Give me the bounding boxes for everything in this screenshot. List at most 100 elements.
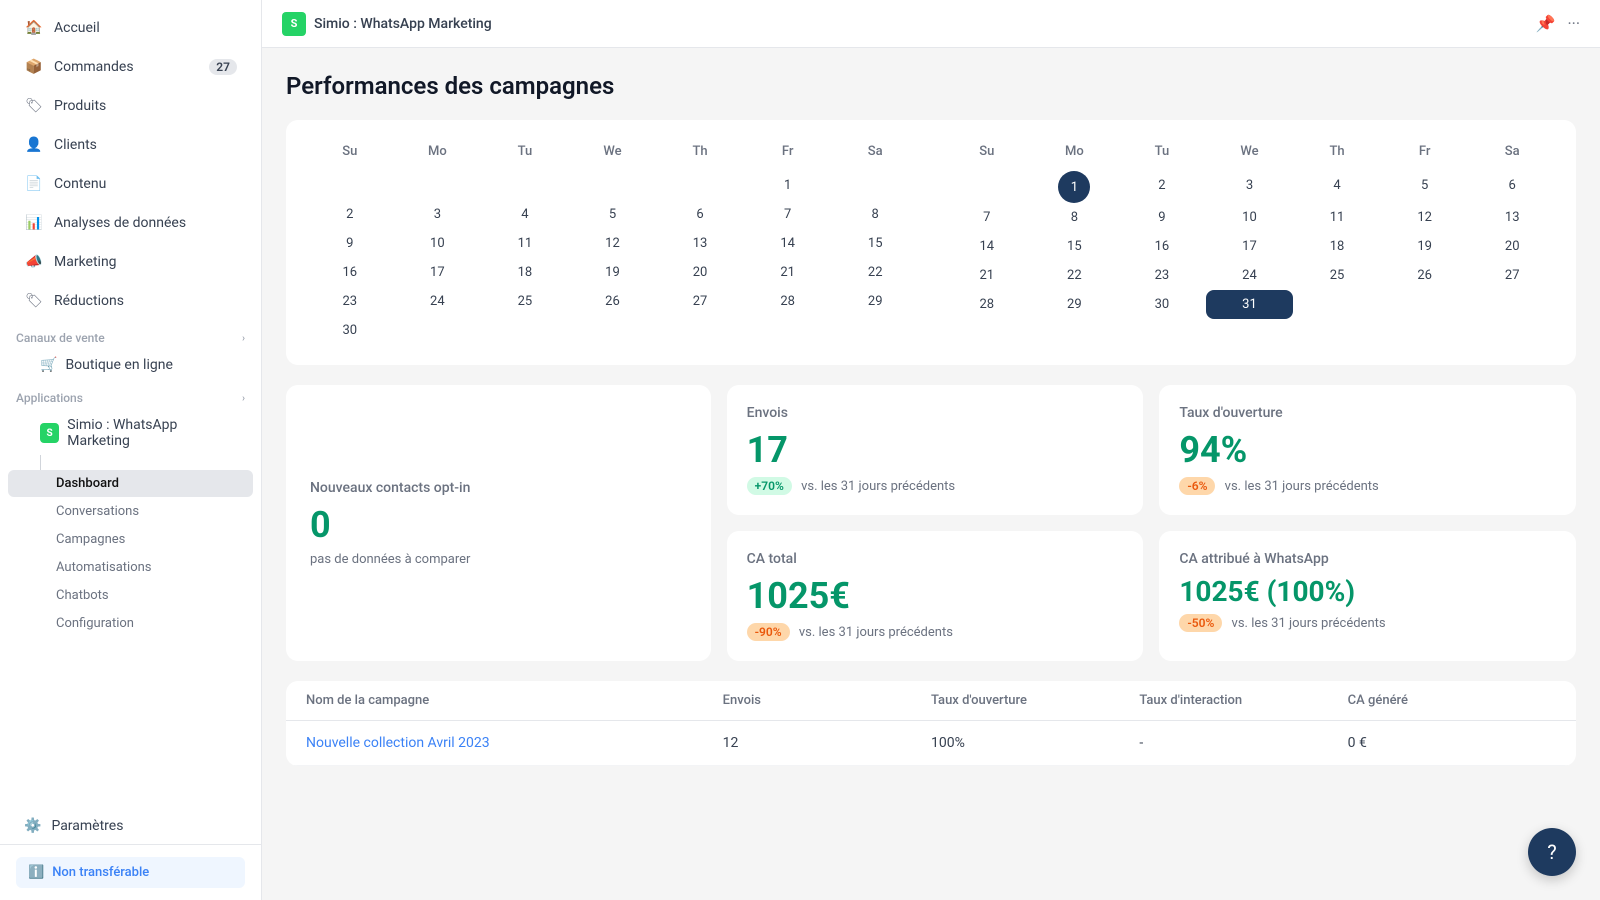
contacts-sub: pas de données à comparer (310, 552, 687, 567)
calendar-card: Su Mo Tu We Th Fr Sa (286, 120, 1576, 365)
row-interaction: - (1139, 735, 1347, 751)
sidebar-item-boutique[interactable]: 🛒 Boutique en ligne (8, 350, 253, 380)
sidebar-item-produits[interactable]: 🏷 Produits (8, 87, 253, 125)
sidebar-item-chatbots[interactable]: Chatbots (8, 582, 253, 609)
marketing-icon: 📣 (24, 252, 44, 272)
sidebar-item-reductions[interactable]: 🏷 Réductions (8, 282, 253, 320)
applications-section[interactable]: Applications › (0, 381, 261, 409)
sales-channels-section[interactable]: Canaux de vente › (0, 321, 261, 349)
ca-total-stat-card: CA total 1025€ -90% vs. les 31 jours pré… (727, 531, 1144, 661)
table-header: Nom de la campagne Envois Taux d'ouvertu… (286, 681, 1576, 721)
envois-badge: +70% (747, 477, 792, 495)
cal-body-month1: 1 2 3 4 5 6 7 8 9 10 11 12 (306, 171, 919, 345)
sales-channels-label: Canaux de vente (16, 331, 105, 345)
sidebar-item-automatisations[interactable]: Automatisations (8, 554, 253, 581)
sidebar-item-configuration[interactable]: Configuration (8, 610, 253, 637)
ca-whatsapp-badge: -50% (1179, 614, 1222, 632)
col-name: Nom de la campagne (306, 693, 723, 708)
calendar-month2: Su Mo Tu We Th Fr Sa 1 2 3 4 (943, 140, 1556, 345)
parametres-label: Paramètres (51, 818, 123, 834)
main-content: S Simio : WhatsApp Marketing 📌 ··· Perfo… (262, 0, 1600, 900)
ca-whatsapp-stat-card: CA attribué à WhatsApp 1025€ (100%) -50%… (1159, 531, 1576, 661)
sidebar-item-accueil[interactable]: 🏠 Accueil (8, 9, 253, 47)
sidebar-item-marketing[interactable]: 📣 Marketing (8, 243, 253, 281)
table-row: Nouvelle collection Avril 2023 12 100% -… (286, 721, 1576, 766)
sidebar-label-marketing: Marketing (54, 254, 117, 270)
nav-connector (40, 455, 41, 471)
ca-total-badge: -90% (747, 623, 790, 641)
products-icon: 🏷 (24, 96, 44, 116)
help-button[interactable]: ? (1528, 828, 1576, 876)
ca-total-label: CA total (747, 551, 1124, 567)
sidebar-item-contenu[interactable]: 📄 Contenu (8, 165, 253, 203)
taux-ouverture-value: 94% (1179, 429, 1556, 471)
commandes-badge: 27 (209, 59, 237, 75)
page-title: Performances des campagnes (286, 72, 1576, 100)
taux-ouverture-label: Taux d'ouverture (1179, 405, 1556, 421)
taux-ouverture-badge: -6% (1179, 477, 1215, 495)
cal-header-month1: Su Mo Tu We Th Fr Sa (306, 140, 919, 163)
more-icon[interactable]: ··· (1567, 14, 1580, 33)
taux-ouverture-sub: -6% vs. les 31 jours précédents (1179, 477, 1556, 495)
row-envois: 12 (723, 735, 931, 751)
taux-ouverture-stat-card: Taux d'ouverture 94% -6% vs. les 31 jour… (1159, 385, 1576, 515)
chevron-right-icon: › (242, 333, 245, 344)
topbar-logo: S (282, 12, 306, 36)
sidebar-item-commandes[interactable]: 📦 Commandes 27 (8, 48, 253, 86)
sidebar-label-reductions: Réductions (54, 293, 124, 309)
contacts-label: Nouveaux contacts opt-in (310, 480, 687, 496)
sidebar-item-analyses[interactable]: 📊 Analyses de données (8, 204, 253, 242)
sidebar-item-campagnes[interactable]: Campagnes (8, 526, 253, 553)
ca-total-sub: -90% vs. les 31 jours précédents (747, 623, 1124, 641)
chatbots-label: Chatbots (56, 588, 109, 603)
analytics-icon: 📊 (24, 213, 44, 233)
sidebar-label-contenu: Contenu (54, 176, 106, 192)
sidebar-item-conversations[interactable]: Conversations (8, 498, 253, 525)
sidebar: 🏠 Accueil 📦 Commandes 27 🏷 Produits 👤 Cl… (0, 0, 262, 900)
cal-body-month2: 1 2 3 4 5 6 7 8 9 10 11 12 13 (943, 171, 1556, 319)
clients-icon: 👤 (24, 135, 44, 155)
col-ouverture: Taux d'ouverture (931, 693, 1139, 708)
row-ca: 0 € (1348, 735, 1556, 751)
contacts-value: 0 (310, 504, 687, 546)
topbar-actions: 📌 ··· (1536, 14, 1580, 33)
sidebar-label-produits: Produits (54, 98, 106, 114)
envois-label: Envois (747, 405, 1124, 421)
stats-container: Nouveaux contacts opt-in 0 pas de donnée… (286, 385, 1576, 661)
envois-stat-card: Envois 17 +70% vs. les 31 jours précéden… (727, 385, 1144, 515)
store-icon: 🛒 (40, 357, 57, 373)
content-icon: 📄 (24, 174, 44, 194)
sidebar-item-clients[interactable]: 👤 Clients (8, 126, 253, 164)
ca-total-value: 1025€ (747, 575, 1124, 617)
topbar-title: Simio : WhatsApp Marketing (314, 16, 492, 32)
conversations-label: Conversations (56, 504, 139, 519)
ca-whatsapp-label: CA attribué à WhatsApp (1179, 551, 1556, 567)
non-transferable-banner: ℹ️ Non transférable (16, 857, 245, 888)
home-icon: 🏠 (24, 18, 44, 38)
col-interaction: Taux d'interaction (1139, 693, 1347, 708)
sidebar-nav: 🏠 Accueil 📦 Commandes 27 🏷 Produits 👤 Cl… (0, 0, 261, 646)
applications-label: Applications (16, 391, 83, 405)
sidebar-item-parametres[interactable]: ⚙️ Paramètres (8, 809, 253, 843)
envois-value: 17 (747, 429, 1124, 471)
topbar: S Simio : WhatsApp Marketing 📌 ··· (262, 0, 1600, 48)
pin-icon[interactable]: 📌 (1536, 14, 1556, 33)
simio-logo: S (40, 423, 59, 443)
sidebar-item-dashboard[interactable]: Dashboard (8, 470, 253, 497)
content-area: Performances des campagnes Su Mo Tu We T… (262, 48, 1600, 900)
sidebar-label-clients: Clients (54, 137, 97, 153)
sidebar-label-accueil: Accueil (54, 20, 100, 36)
configuration-label: Configuration (56, 616, 134, 631)
settings-icon: ⚙️ (24, 818, 41, 834)
automatisations-label: Automatisations (56, 560, 152, 575)
info-icon: ℹ️ (28, 865, 44, 880)
campaign-link[interactable]: Nouvelle collection Avril 2023 (306, 735, 490, 751)
row-name[interactable]: Nouvelle collection Avril 2023 (306, 735, 723, 751)
sidebar-item-simio[interactable]: S Simio : WhatsApp Marketing (8, 410, 253, 456)
calendar-month1: Su Mo Tu We Th Fr Sa (306, 140, 919, 345)
col-ca: CA généré (1348, 693, 1556, 708)
ca-whatsapp-sub: -50% vs. les 31 jours précédents (1179, 614, 1556, 632)
simio-app-label: Simio : WhatsApp Marketing (67, 417, 237, 449)
campagnes-label: Campagnes (56, 532, 125, 547)
orders-icon: 📦 (24, 57, 44, 77)
